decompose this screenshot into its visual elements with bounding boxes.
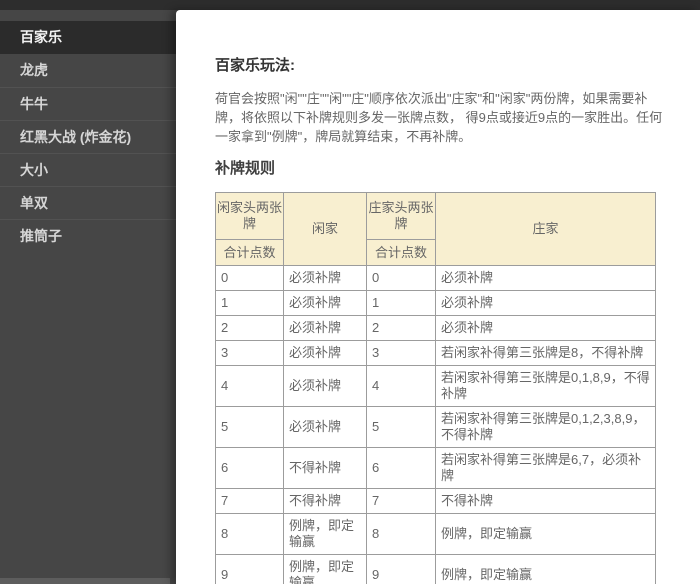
banker-points-cell: 3: [367, 341, 436, 366]
banker-action-cell: 不得补牌: [436, 489, 656, 514]
player-action-cell: 必须补牌: [284, 291, 367, 316]
player-points-cell: 9: [216, 555, 284, 584]
table-row: 8例牌，即定输赢8例牌，即定输赢: [216, 514, 656, 555]
sidebar-item-niuniu[interactable]: 牛牛: [0, 87, 176, 120]
player-points-cell: 8: [216, 514, 284, 555]
table-row: 1必须补牌1必须补牌: [216, 291, 656, 316]
player-action-cell: 例牌，即定输赢: [284, 514, 367, 555]
player-action-cell: 必须补牌: [284, 266, 367, 291]
player-points-cell: 7: [216, 489, 284, 514]
player-points-cell: 1: [216, 291, 284, 316]
banker-points-cell: 9: [367, 555, 436, 584]
banker-action-cell: 必须补牌: [436, 291, 656, 316]
table-row: 2必须补牌2必须补牌: [216, 316, 656, 341]
banker-points-cell: 1: [367, 291, 436, 316]
player-action-cell: 必须补牌: [284, 407, 367, 448]
sidebar-item-danshuang[interactable]: 单双: [0, 186, 176, 219]
player-points-cell: 6: [216, 448, 284, 489]
horizontal-scrollbar-track[interactable]: [0, 578, 170, 584]
sidebar-item-longhu[interactable]: 龙虎: [0, 54, 176, 87]
header-banker: 庄家: [436, 193, 656, 266]
banker-action-cell: 例牌，即定输赢: [436, 555, 656, 584]
header-banker-first-two: 庄家头两张牌: [367, 193, 436, 240]
banker-action-cell: 若闲家补得第三张牌是0,1,2,3,8,9，不得补牌: [436, 407, 656, 448]
banker-action-cell: 若闲家补得第三张牌是0,1,8,9，不得补牌: [436, 366, 656, 407]
banker-points-cell: 8: [367, 514, 436, 555]
player-action-cell: 例牌，即定输赢: [284, 555, 367, 584]
table-row: 4必须补牌4若闲家补得第三张牌是0,1,8,9，不得补牌: [216, 366, 656, 407]
table-row: 9例牌，即定输赢9例牌，即定输赢: [216, 555, 656, 584]
player-action-cell: 不得补牌: [284, 489, 367, 514]
player-action-cell: 必须补牌: [284, 316, 367, 341]
player-points-cell: 4: [216, 366, 284, 407]
sidebar-item-daxiao[interactable]: 大小: [0, 153, 176, 186]
banker-action-cell: 必须补牌: [436, 266, 656, 291]
player-action-cell: 必须补牌: [284, 341, 367, 366]
content-panel: 百家乐玩法: 荷官会按照"闲""庄""闲""庄"顺序依次派出"庄家"和"闲家"两…: [176, 10, 700, 584]
sidebar-item-tuitongzi[interactable]: 推筒子: [0, 219, 176, 252]
banker-action-cell: 必须补牌: [436, 316, 656, 341]
player-points-cell: 0: [216, 266, 284, 291]
banker-points-cell: 7: [367, 489, 436, 514]
table-header-row-1: 闲家头两张牌 闲家 庄家头两张牌 庄家: [216, 193, 656, 240]
table-row: 7不得补牌7不得补牌: [216, 489, 656, 514]
player-action-cell: 必须补牌: [284, 366, 367, 407]
intro-paragraph: 荷官会按照"闲""庄""闲""庄"顺序依次派出"庄家"和"闲家"两份牌，如果需要…: [215, 89, 670, 146]
sidebar-item-baijiale[interactable]: 百家乐: [0, 21, 176, 54]
player-points-cell: 2: [216, 316, 284, 341]
banker-action-cell: 例牌，即定输赢: [436, 514, 656, 555]
player-action-cell: 不得补牌: [284, 448, 367, 489]
top-bar: [0, 0, 700, 10]
table-header: 闲家头两张牌 闲家 庄家头两张牌 庄家 合计点数 合计点数: [216, 193, 656, 266]
rules-heading: 补牌规则: [215, 159, 672, 179]
player-points-cell: 3: [216, 341, 284, 366]
page-title: 百家乐玩法:: [215, 56, 672, 76]
banker-points-cell: 2: [367, 316, 436, 341]
table-row: 0必须补牌0必须补牌: [216, 266, 656, 291]
header-player-total-points: 合计点数: [216, 240, 284, 266]
banker-points-cell: 4: [367, 366, 436, 407]
sidebar: 百家乐龙虎牛牛红黑大战 (炸金花)大小单双推筒子: [0, 10, 176, 584]
player-points-cell: 5: [216, 407, 284, 448]
banker-points-cell: 6: [367, 448, 436, 489]
sidebar-nav: 百家乐龙虎牛牛红黑大战 (炸金花)大小单双推筒子: [0, 10, 176, 252]
table-row: 5必须补牌5若闲家补得第三张牌是0,1,2,3,8,9，不得补牌: [216, 407, 656, 448]
table-row: 3必须补牌3若闲家补得第三张牌是8，不得补牌: [216, 341, 656, 366]
header-player: 闲家: [284, 193, 367, 266]
banker-action-cell: 若闲家补得第三张牌是8，不得补牌: [436, 341, 656, 366]
sidebar-item-honghei[interactable]: 红黑大战 (炸金花): [0, 120, 176, 153]
rules-table-body: 0必须补牌0必须补牌1必须补牌1必须补牌2必须补牌2必须补牌3必须补牌3若闲家补…: [216, 266, 656, 584]
table-row: 6不得补牌6若闲家补得第三张牌是6,7，必须补牌: [216, 448, 656, 489]
header-player-first-two: 闲家头两张牌: [216, 193, 284, 240]
banker-points-cell: 0: [367, 266, 436, 291]
banker-points-cell: 5: [367, 407, 436, 448]
banker-action-cell: 若闲家补得第三张牌是6,7，必须补牌: [436, 448, 656, 489]
header-banker-total-points: 合计点数: [367, 240, 436, 266]
draw-rules-table: 闲家头两张牌 闲家 庄家头两张牌 庄家 合计点数 合计点数 0必须补牌0必须补牌…: [215, 192, 656, 584]
